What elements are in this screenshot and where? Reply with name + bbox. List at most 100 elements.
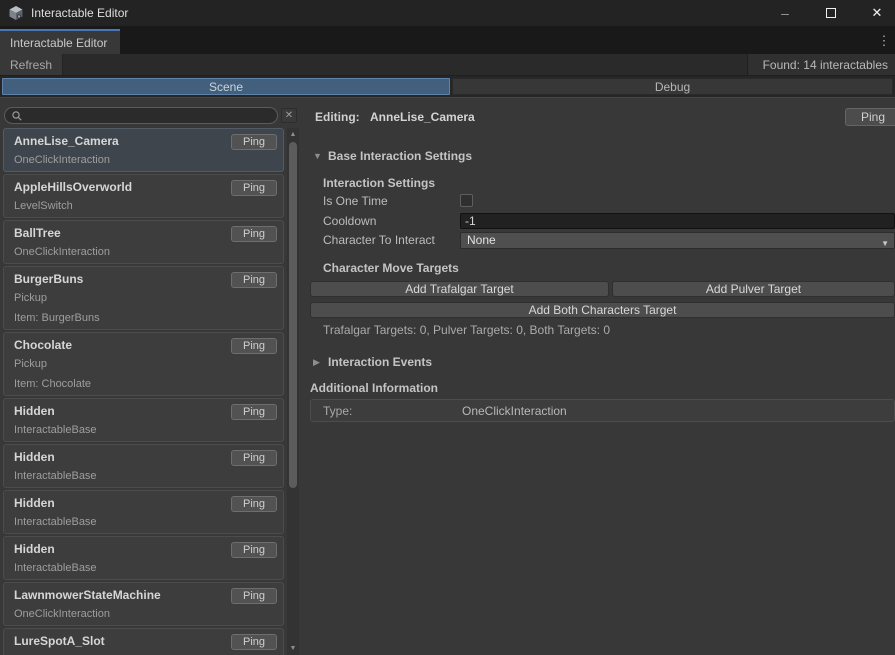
list-item-name: Hidden	[14, 450, 55, 464]
toolbar: Refresh Found: 14 interactables	[0, 54, 895, 76]
list-item-extra: Item: BurgerBuns	[14, 312, 100, 324]
refresh-button[interactable]: Refresh	[0, 54, 63, 75]
foldout-open-icon: ▼	[313, 151, 322, 161]
titlebar: Interactable Editor – ✕	[0, 0, 895, 26]
base-interaction-settings-foldout[interactable]: ▼ Base Interaction Settings	[313, 149, 472, 163]
ping-button[interactable]: Ping	[231, 634, 277, 650]
list-item-name: BallTree	[14, 226, 61, 240]
list-item-type: InteractableBase	[14, 562, 97, 574]
list-item[interactable]: Hidden InteractableBase Ping	[3, 444, 284, 488]
character-move-targets-header: Character Move Targets	[323, 261, 459, 275]
refresh-label: Refresh	[10, 58, 52, 72]
dropdown-value: None	[467, 233, 496, 247]
list-item-type: LevelSwitch	[14, 200, 73, 212]
list-item[interactable]: LawnmowerStateMachine OneClickInteractio…	[3, 582, 284, 626]
list-item-type: OneClickInteraction	[14, 154, 110, 166]
ping-button[interactable]: Ping	[231, 496, 277, 512]
list-item[interactable]: Chocolate Pickup Item: Chocolate Ping	[3, 332, 284, 396]
editor-tab-strip: Interactable Editor ⋮	[0, 26, 895, 54]
list-item[interactable]: Hidden InteractableBase Ping	[3, 490, 284, 534]
list-item-type: Pickup	[14, 358, 47, 370]
is-one-time-checkbox[interactable]	[460, 194, 473, 207]
ping-button[interactable]: Ping	[231, 588, 277, 604]
list-item-name: AnneLise_Camera	[14, 134, 119, 148]
minimize-icon: –	[781, 5, 789, 21]
ping-button[interactable]: Ping	[231, 134, 277, 150]
is-one-time-label: Is One Time	[323, 194, 388, 208]
add-trafalgar-target-button[interactable]: Add Trafalgar Target	[310, 281, 609, 297]
list-item-name: BurgerBuns	[14, 272, 83, 286]
tab-scene[interactable]: Scene	[2, 78, 450, 95]
unity-cube-icon	[8, 5, 24, 21]
list-item-name: Hidden	[14, 496, 55, 510]
list-item-extra: Item: Chocolate	[14, 378, 91, 390]
scrollbar-thumb[interactable]	[289, 142, 297, 488]
list-item-type: Pickup	[14, 292, 47, 304]
cooldown-label: Cooldown	[323, 214, 376, 228]
events-foldout-label: Interaction Events	[328, 355, 432, 369]
add-pulver-target-button[interactable]: Add Pulver Target	[612, 281, 895, 297]
window-minimize-button[interactable]: –	[763, 0, 807, 26]
chevron-down-icon: ▼	[881, 236, 889, 251]
list-scrollbar[interactable]: ▲ ▼	[287, 128, 299, 655]
base-foldout-label: Base Interaction Settings	[328, 149, 472, 163]
list-item-name: LawnmowerStateMachine	[14, 588, 161, 602]
tab-scene-label: Scene	[209, 80, 243, 94]
ping-button[interactable]: Ping	[231, 404, 277, 420]
type-info-box: Type: OneClickInteraction	[310, 399, 895, 422]
list-item[interactable]: LureSpotA_Slot Ping	[3, 628, 284, 655]
kebab-menu-icon[interactable]: ⋮	[876, 32, 892, 50]
list-item-type: OneClickInteraction	[14, 608, 110, 620]
list-item[interactable]: AppleHillsOverworld LevelSwitch Ping	[3, 174, 284, 218]
editing-value: AnneLise_Camera	[370, 110, 475, 124]
ping-button[interactable]: Ping	[231, 272, 277, 288]
list-item[interactable]: Hidden InteractableBase Ping	[3, 398, 284, 442]
targets-summary: Trafalgar Targets: 0, Pulver Targets: 0,…	[323, 323, 610, 337]
list-item-type: InteractableBase	[14, 470, 97, 482]
list-item-type: InteractableBase	[14, 516, 97, 528]
list-item-type: InteractableBase	[14, 424, 97, 436]
search-clear-button[interactable]: ✕	[281, 108, 297, 123]
tab-interactable-editor[interactable]: Interactable Editor	[0, 29, 120, 54]
content-area: ✕ AnneLise_Camera OneClickInteraction Pi…	[0, 97, 895, 655]
list-item[interactable]: Hidden InteractableBase Ping	[3, 536, 284, 580]
interactable-list: AnneLise_Camera OneClickInteraction Ping…	[3, 128, 284, 655]
foldout-closed-icon: ▶	[313, 357, 322, 368]
ping-button[interactable]: Ping	[231, 180, 277, 196]
tab-debug[interactable]: Debug	[452, 78, 893, 95]
cooldown-field[interactable]: -1	[460, 213, 895, 229]
type-value: OneClickInteraction	[462, 404, 567, 418]
list-item-name: Hidden	[14, 404, 55, 418]
tab-label: Interactable Editor	[10, 36, 107, 50]
add-both-characters-target-button[interactable]: Add Both Characters Target	[310, 302, 895, 318]
interaction-settings-header: Interaction Settings	[323, 176, 435, 190]
list-item[interactable]: BallTree OneClickInteraction Ping	[3, 220, 284, 264]
character-to-interact-dropdown[interactable]: None ▼	[460, 232, 895, 249]
found-count: Found: 14 interactables	[747, 54, 895, 75]
scroll-up-icon[interactable]: ▲	[287, 129, 299, 141]
editing-ping-button[interactable]: Ping	[845, 108, 895, 126]
list-item-type: OneClickInteraction	[14, 246, 110, 258]
found-count-text: Found: 14 interactables	[763, 58, 888, 72]
list-item-name: AppleHillsOverworld	[14, 180, 132, 194]
ping-button[interactable]: Ping	[231, 226, 277, 242]
list-item-name: LureSpotA_Slot	[14, 634, 105, 648]
clear-icon: ✕	[285, 110, 293, 121]
ping-button[interactable]: Ping	[231, 450, 277, 466]
maximize-icon	[826, 8, 836, 18]
scroll-down-icon[interactable]: ▼	[287, 643, 299, 655]
window-close-button[interactable]: ✕	[855, 0, 895, 26]
window-maximize-button[interactable]	[809, 0, 853, 26]
view-tab-bar: Scene Debug	[0, 76, 895, 97]
list-item[interactable]: BurgerBuns Pickup Item: BurgerBuns Ping	[3, 266, 284, 330]
ping-button[interactable]: Ping	[231, 338, 277, 354]
ping-button[interactable]: Ping	[231, 542, 277, 558]
editing-label: Editing:	[315, 110, 360, 124]
interaction-events-foldout[interactable]: ▶ Interaction Events	[313, 355, 432, 369]
character-to-interact-label: Character To Interact	[323, 233, 435, 247]
interactable-list-panel: ✕ AnneLise_Camera OneClickInteraction Pi…	[0, 98, 301, 655]
list-item[interactable]: AnneLise_Camera OneClickInteraction Ping	[3, 128, 284, 172]
close-icon: ✕	[872, 5, 883, 21]
type-label: Type:	[323, 404, 352, 418]
search-input[interactable]	[4, 107, 278, 124]
